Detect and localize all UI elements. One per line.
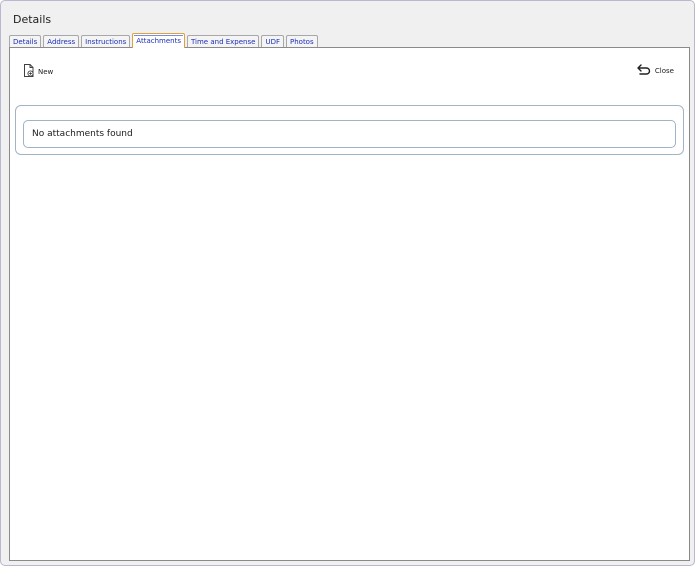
attachments-list-container: No attachments found bbox=[15, 105, 684, 155]
undo-arrow-icon bbox=[637, 64, 655, 77]
close-button[interactable]: Close bbox=[637, 64, 674, 77]
empty-attachments-message: No attachments found bbox=[23, 120, 676, 148]
new-document-icon bbox=[23, 64, 38, 79]
new-button-label: New bbox=[38, 67, 54, 76]
new-button[interactable]: New bbox=[23, 64, 53, 79]
tab-bar: Details Address Instructions Attachments… bbox=[9, 33, 318, 48]
details-dialog: Details Details Address Instructions Att… bbox=[0, 0, 695, 566]
attachments-panel: New Close No attachments found bbox=[9, 47, 690, 561]
dialog-title: Details bbox=[13, 13, 52, 26]
close-button-label: Close bbox=[654, 66, 674, 75]
tab-attachments[interactable]: Attachments bbox=[132, 33, 185, 48]
